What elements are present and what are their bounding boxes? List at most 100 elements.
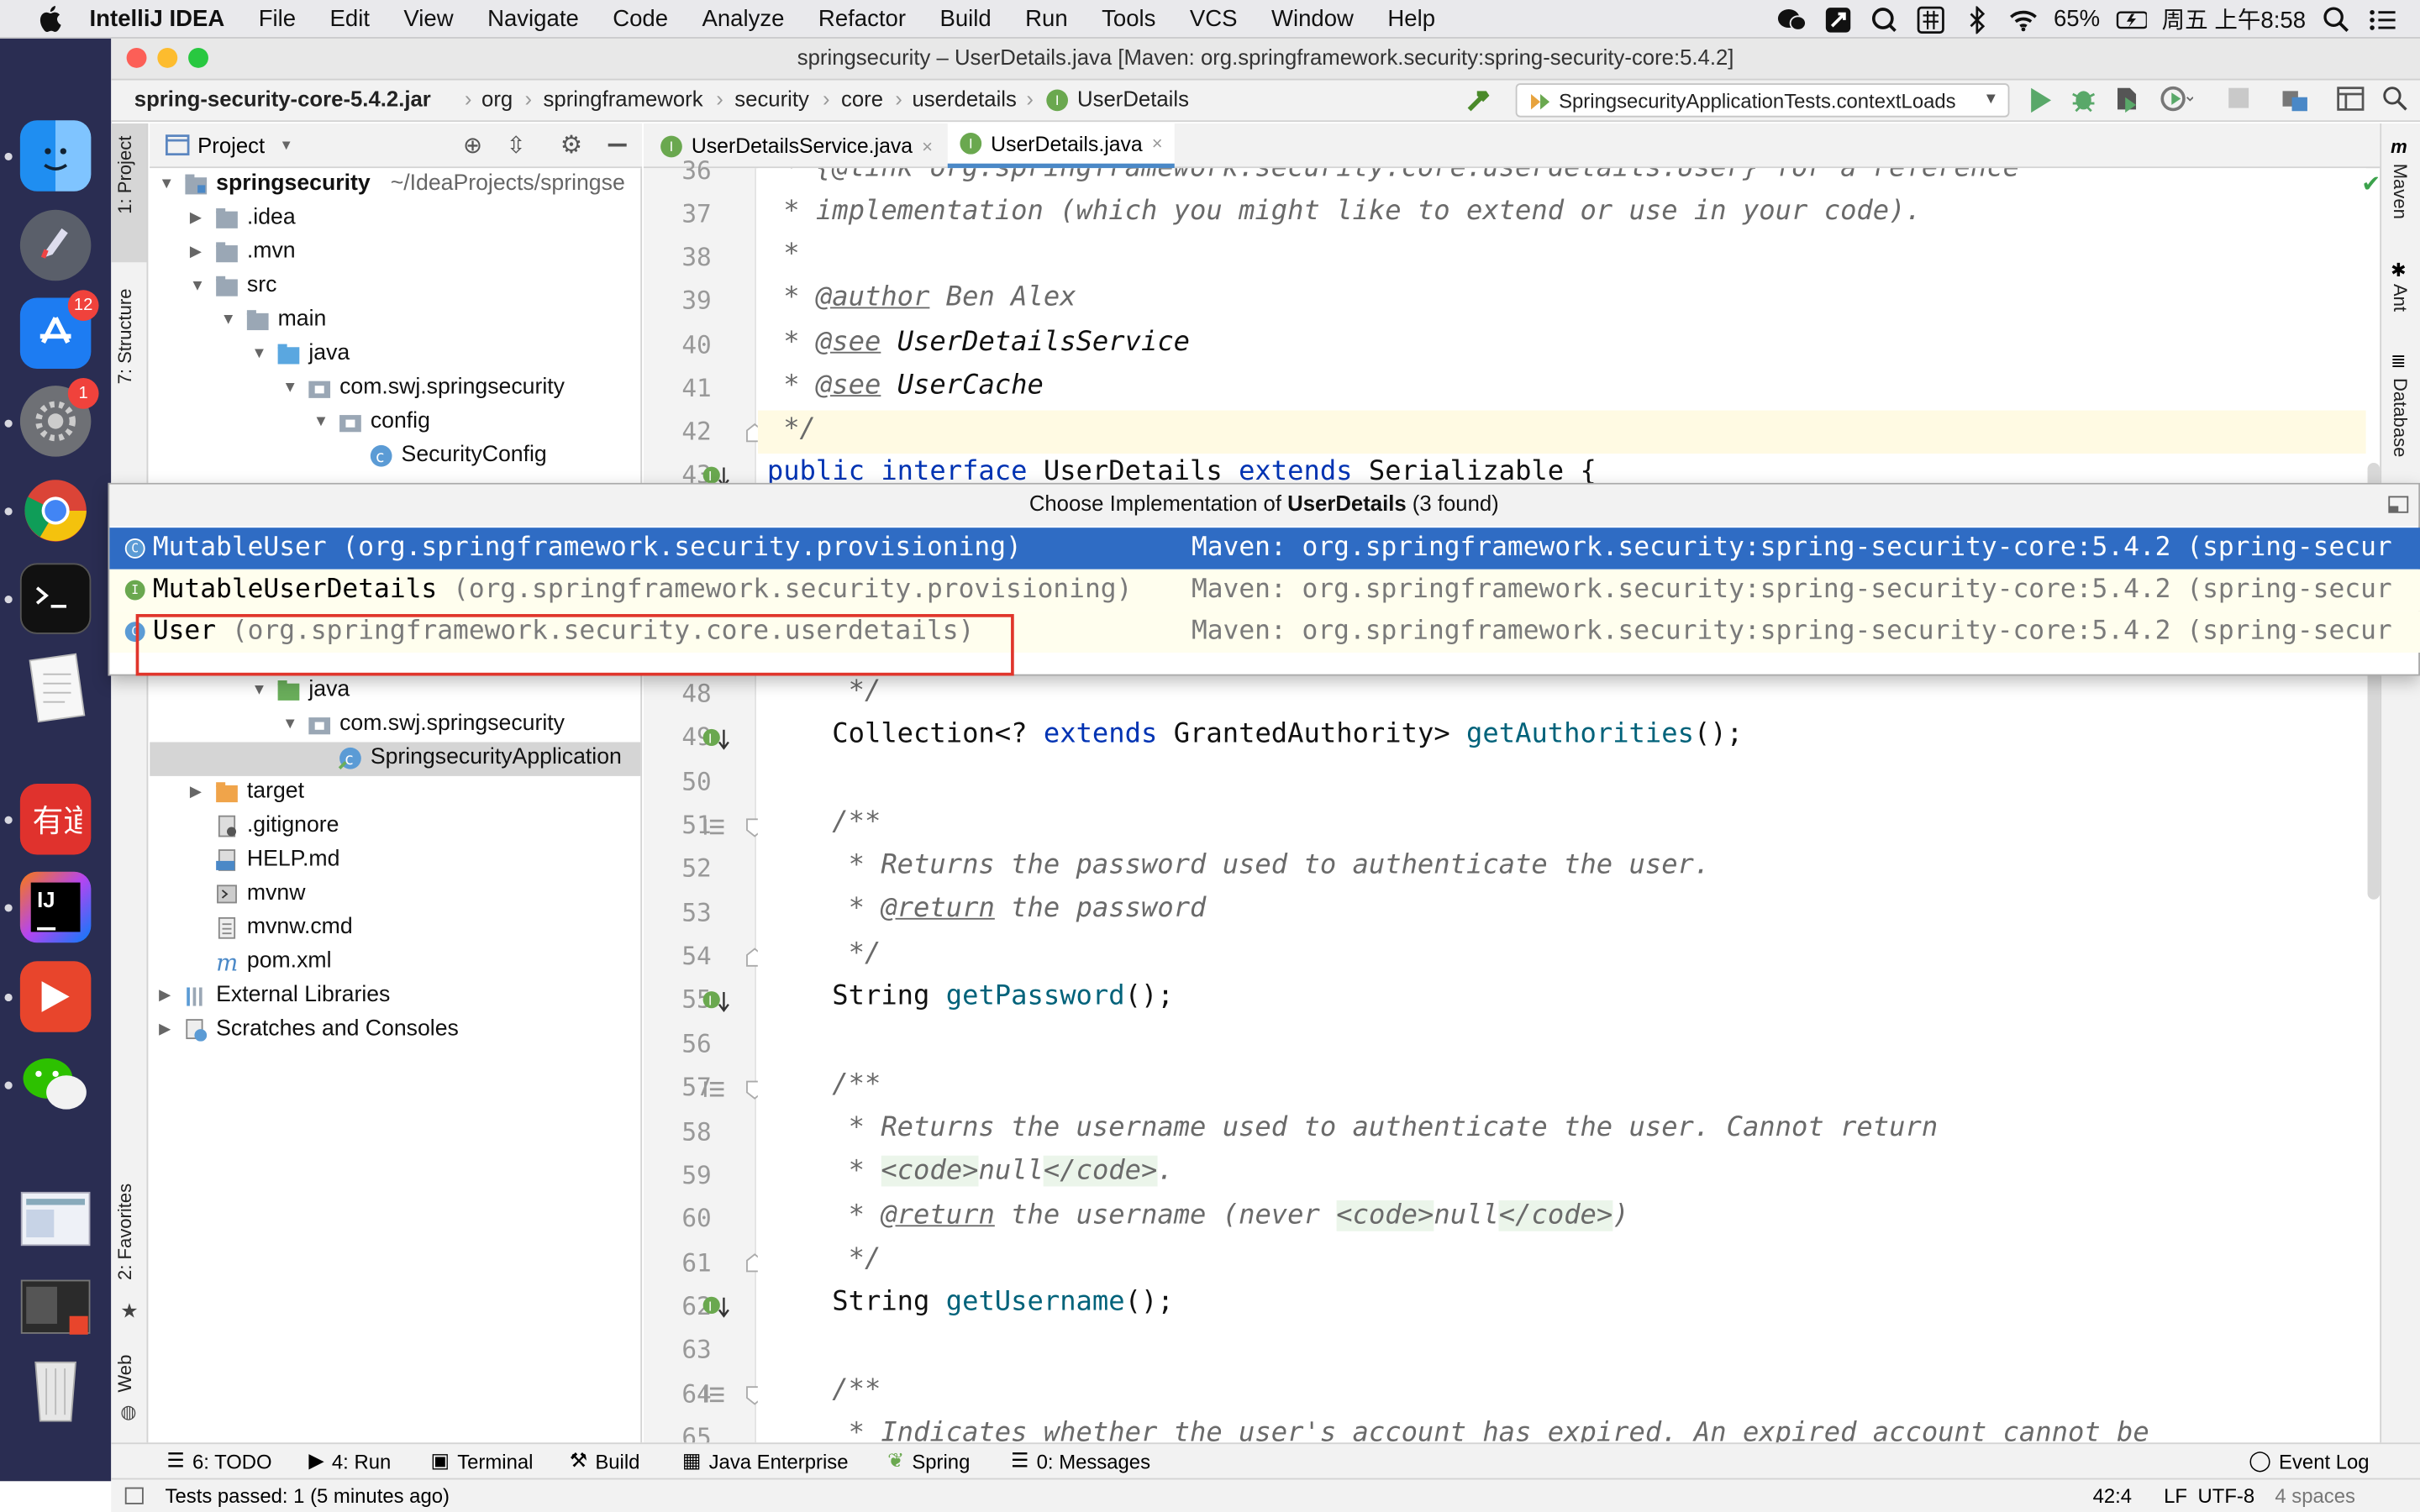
collapse-all-icon[interactable]: ⇳ bbox=[506, 131, 525, 159]
tree-item[interactable]: c SecurityConfig bbox=[150, 439, 640, 473]
menu-edit[interactable]: Edit bbox=[330, 5, 370, 31]
expand-arrow-icon[interactable]: ▼ bbox=[251, 682, 266, 699]
ant-tool-button[interactable]: Ant bbox=[2389, 284, 2411, 312]
implemented-marker-icon[interactable]: I bbox=[702, 1294, 730, 1327]
terminal-tool-button[interactable]: ▣ Terminal bbox=[430, 1449, 533, 1473]
pin-popup-icon[interactable] bbox=[2387, 494, 2409, 523]
debug-icon[interactable] bbox=[2070, 85, 2097, 118]
implemented-marker-icon[interactable]: I bbox=[702, 727, 730, 759]
tree-item[interactable]: ▼ main bbox=[150, 304, 640, 338]
tree-item[interactable]: ▶ .mvn bbox=[150, 236, 640, 270]
status-message[interactable]: Tests passed: 1 (5 minutes ago) bbox=[166, 1484, 450, 1508]
expand-arrow-icon[interactable]: ▼ bbox=[159, 176, 174, 192]
doc-comment-icon[interactable] bbox=[702, 1384, 727, 1414]
collapse-arrow-icon[interactable]: ▶ bbox=[190, 784, 202, 801]
profile-icon[interactable] bbox=[2160, 85, 2194, 118]
structure-tool-button[interactable]: 7: Structure bbox=[114, 288, 136, 384]
stop-icon[interactable] bbox=[2228, 87, 2249, 108]
chevron-down-icon[interactable]: ▼ bbox=[279, 137, 292, 152]
expand-arrow-icon[interactable]: ▼ bbox=[282, 380, 297, 396]
messages-tool-button[interactable]: ☰ 0: Messages bbox=[1011, 1449, 1150, 1473]
finder-icon[interactable] bbox=[19, 120, 92, 192]
input-method-icon[interactable] bbox=[1915, 5, 1946, 34]
tree-item[interactable]: ▼ springsecurity ~/IdeaProjects/springse bbox=[150, 168, 640, 202]
tree-item[interactable]: ▼ java bbox=[150, 675, 640, 708]
menu-file[interactable]: File bbox=[259, 5, 296, 31]
menu-view[interactable]: View bbox=[403, 5, 453, 31]
caret-position[interactable]: 42:4 bbox=[2093, 1484, 2132, 1508]
code-editor[interactable]: * {@link org.springframework.security.co… bbox=[757, 168, 2366, 1443]
build-tool-button[interactable]: ⚒ Build bbox=[570, 1449, 640, 1473]
collapse-arrow-icon[interactable]: ▶ bbox=[159, 1021, 171, 1038]
tree-item[interactable]: ▶ Scratches and Consoles bbox=[150, 1014, 640, 1047]
collapse-arrow-icon[interactable]: ▶ bbox=[190, 244, 202, 260]
breadcrumb-core[interactable]: core bbox=[841, 87, 883, 111]
layout-icon[interactable] bbox=[2337, 85, 2365, 118]
tree-item[interactable]: HELP.md bbox=[150, 844, 640, 878]
line-separator[interactable]: LF bbox=[2164, 1484, 2187, 1508]
menu-code[interactable]: Code bbox=[613, 5, 668, 31]
breadcrumb-security[interactable]: security bbox=[734, 87, 809, 111]
menu-app-name[interactable]: IntelliJ IDEA bbox=[90, 5, 225, 31]
hide-panel-icon[interactable] bbox=[608, 143, 627, 147]
tree-item[interactable]: mvnw bbox=[150, 878, 640, 911]
implemented-marker-icon[interactable]: I bbox=[702, 989, 730, 1021]
menu-vcs[interactable]: VCS bbox=[1190, 5, 1238, 31]
apple-icon[interactable] bbox=[31, 2, 68, 35]
menu-help[interactable]: Help bbox=[1387, 5, 1435, 31]
tree-item[interactable]: ▼ java bbox=[150, 338, 640, 371]
intellij-idea-icon[interactable]: IJ bbox=[19, 871, 92, 943]
locate-icon[interactable]: ⊕ bbox=[463, 131, 482, 159]
tree-item[interactable]: ▶ External Libraries bbox=[150, 979, 640, 1013]
breadcrumb-springframework[interactable]: springframework bbox=[544, 87, 703, 111]
build-hammer-icon[interactable] bbox=[1465, 87, 1492, 119]
project-view-label[interactable]: Project bbox=[197, 133, 265, 157]
expand-arrow-icon[interactable]: ▼ bbox=[251, 345, 266, 362]
battery-icon[interactable] bbox=[2115, 5, 2147, 33]
tree-item[interactable]: ▼ com.swj.springsecurity bbox=[150, 372, 640, 406]
wifi-icon[interactable] bbox=[2007, 5, 2039, 33]
breadcrumb-org[interactable]: org bbox=[481, 87, 513, 111]
toggle-tool-windows-icon[interactable] bbox=[124, 1487, 144, 1504]
search-everywhere-icon[interactable] bbox=[2381, 85, 2409, 118]
tree-item[interactable]: ▼ com.swj.springsecurity bbox=[150, 708, 640, 742]
event-log-button[interactable]: ◯ Event Log bbox=[2249, 1449, 2369, 1473]
tree-item[interactable]: ▼ src bbox=[150, 270, 640, 303]
menu-refactor[interactable]: Refactor bbox=[818, 5, 906, 31]
project-structure-icon[interactable] bbox=[2281, 85, 2309, 118]
breadcrumb-class[interactable]: UserDetails bbox=[1077, 87, 1189, 111]
java-enterprise-tool-button[interactable]: ▦ Java Enterprise bbox=[682, 1449, 849, 1473]
doc-comment-icon[interactable] bbox=[702, 1079, 727, 1108]
maven-tool-button[interactable]: Maven bbox=[2389, 164, 2411, 219]
search-status-icon[interactable] bbox=[1869, 5, 1900, 33]
collapse-arrow-icon[interactable]: ▶ bbox=[159, 988, 171, 1005]
screenshot-thumbnail-1[interactable] bbox=[20, 1184, 91, 1254]
indent-setting[interactable]: 4 spaces bbox=[2275, 1484, 2355, 1508]
gear-icon[interactable]: ⚙ bbox=[560, 129, 582, 160]
tab-userdetails[interactable]: I UserDetails.java × bbox=[947, 123, 1176, 169]
expand-arrow-icon[interactable]: ▼ bbox=[221, 312, 236, 328]
expand-arrow-icon[interactable]: ▼ bbox=[313, 413, 329, 430]
favorites-tool-button[interactable]: 2: Favorites bbox=[114, 1184, 136, 1280]
menubar-clock[interactable]: 周五 上午8:58 bbox=[2162, 3, 2307, 36]
system-preferences-icon[interactable]: 1 bbox=[19, 378, 99, 457]
app-store-icon[interactable]: 12 bbox=[19, 290, 99, 369]
menu-window[interactable]: Window bbox=[1271, 5, 1354, 31]
database-tool-button[interactable]: Database bbox=[2389, 378, 2411, 457]
close-tab-icon[interactable]: × bbox=[922, 135, 933, 157]
coverage-icon[interactable] bbox=[2112, 85, 2140, 118]
youdao-icon[interactable]: 有道 bbox=[19, 784, 92, 855]
tree-item[interactable]: m pom.xml bbox=[150, 946, 640, 979]
menu-navigate[interactable]: Navigate bbox=[487, 5, 579, 31]
menu-analyze[interactable]: Analyze bbox=[702, 5, 784, 31]
project-tool-button[interactable]: 1: Project bbox=[114, 136, 136, 214]
expand-arrow-icon[interactable]: ▼ bbox=[282, 716, 297, 732]
tree-item[interactable]: c SpringsecurityApplication bbox=[150, 742, 641, 776]
collapse-arrow-icon[interactable]: ▶ bbox=[190, 210, 202, 227]
trash-icon[interactable] bbox=[20, 1353, 91, 1424]
menu-build[interactable]: Build bbox=[939, 5, 991, 31]
menu-run[interactable]: Run bbox=[1025, 5, 1068, 31]
tree-item[interactable]: ▼ config bbox=[150, 406, 640, 439]
breadcrumb-userdetails[interactable]: userdetails bbox=[913, 87, 1017, 111]
close-tab-icon[interactable]: × bbox=[1152, 133, 1163, 155]
